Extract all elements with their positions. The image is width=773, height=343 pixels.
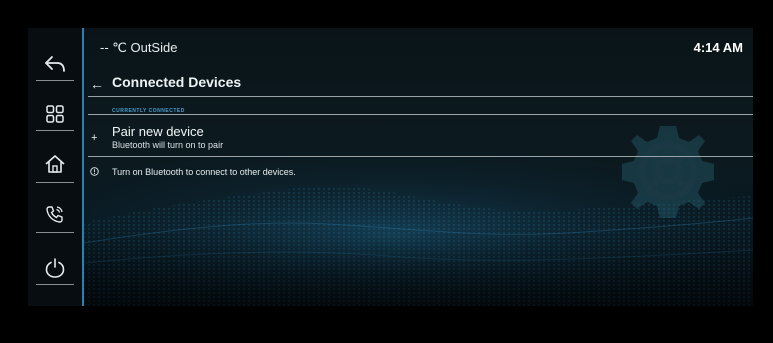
pair-subtitle: Bluetooth will turn on to pair — [112, 140, 224, 150]
infotainment-screen: -- ℃ OutSide 4:14 AM ← Connected Devices… — [28, 28, 753, 306]
grid-apps-icon — [46, 105, 64, 123]
sidebar-home-button[interactable] — [36, 144, 74, 184]
sidebar — [28, 28, 84, 306]
sidebar-apps-button[interactable] — [36, 94, 74, 134]
back-arrow-icon — [45, 56, 65, 72]
header-divider — [88, 96, 753, 97]
status-bar: -- ℃ OutSide 4:14 AM — [88, 36, 743, 58]
outside-temperature: -- ℃ OutSide — [100, 40, 178, 55]
sidebar-power-button[interactable] — [36, 248, 74, 288]
phone-call-icon — [46, 206, 63, 223]
bluetooth-info-text: Turn on Bluetooth to connect to other de… — [112, 167, 296, 177]
pair-title: Pair new device — [112, 124, 204, 139]
sidebar-divider — [36, 80, 74, 81]
pair-new-device-item[interactable]: + Pair new device Bluetooth will turn on… — [88, 120, 753, 154]
plus-icon: + — [91, 132, 98, 144]
sidebar-back-button[interactable] — [36, 44, 74, 84]
sidebar-divider — [36, 130, 74, 131]
display-frame: -- ℃ OutSide 4:14 AM ← Connected Devices… — [0, 0, 773, 343]
page-title: Connected Devices — [112, 74, 242, 90]
sidebar-divider — [36, 182, 74, 183]
clock: 4:14 AM — [693, 40, 743, 55]
power-icon — [45, 258, 65, 278]
item-divider — [88, 156, 753, 157]
sidebar-phone-button[interactable] — [36, 194, 74, 234]
section-divider — [88, 114, 753, 115]
info-icon — [90, 167, 99, 176]
back-arrow-button[interactable]: ← — [90, 76, 104, 92]
sidebar-divider — [36, 232, 74, 233]
sidebar-divider — [36, 284, 74, 285]
home-icon — [45, 155, 65, 173]
